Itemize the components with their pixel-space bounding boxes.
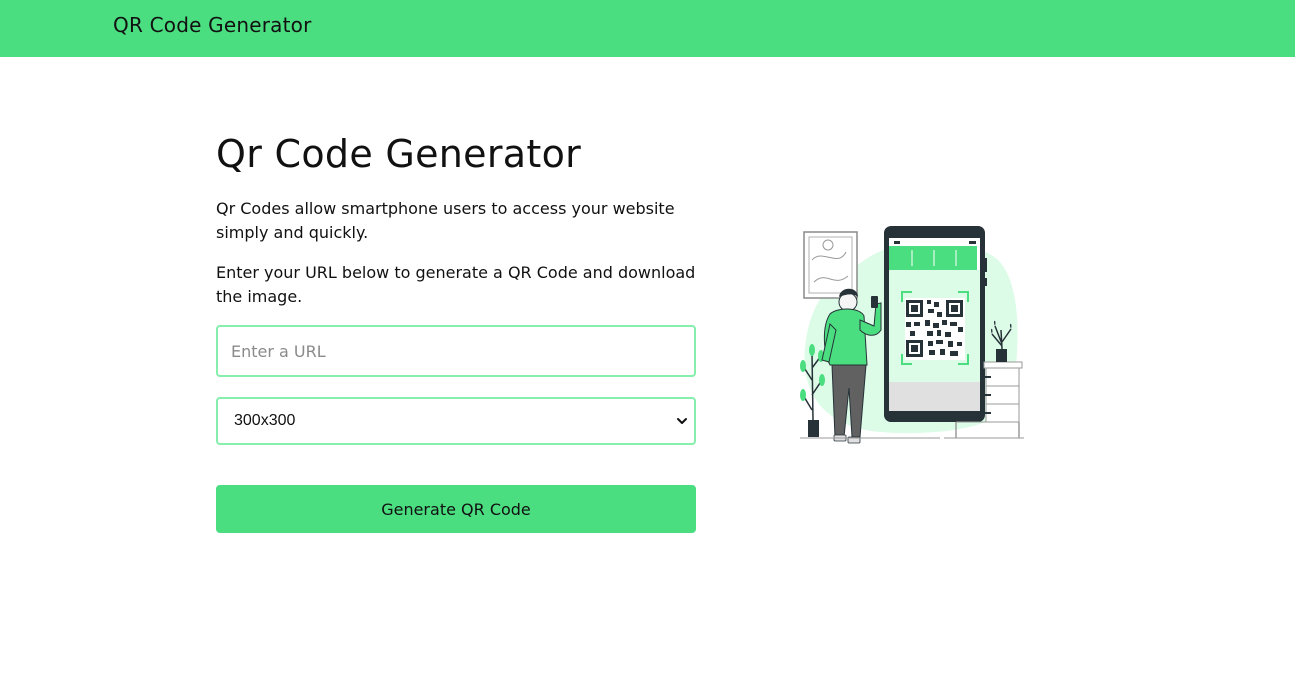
instruction-paragraph: Enter your URL below to generate a QR Co… [216,263,696,306]
size-select[interactable]: 300x300 [216,397,696,445]
person-scanning-qr-illustration [800,226,1024,444]
top-navbar: QR Code Generator [0,0,1295,57]
chevron-down-icon [677,418,687,424]
brand-title[interactable]: QR Code Generator [113,13,312,37]
url-input[interactable] [216,325,696,377]
page-title: Qr Code Generator [216,132,582,176]
intro-paragraph: Qr Codes allow smartphone users to acces… [216,199,675,242]
generate-qr-button[interactable]: Generate QR Code [216,485,696,533]
size-select-value: 300x300 [234,412,296,429]
